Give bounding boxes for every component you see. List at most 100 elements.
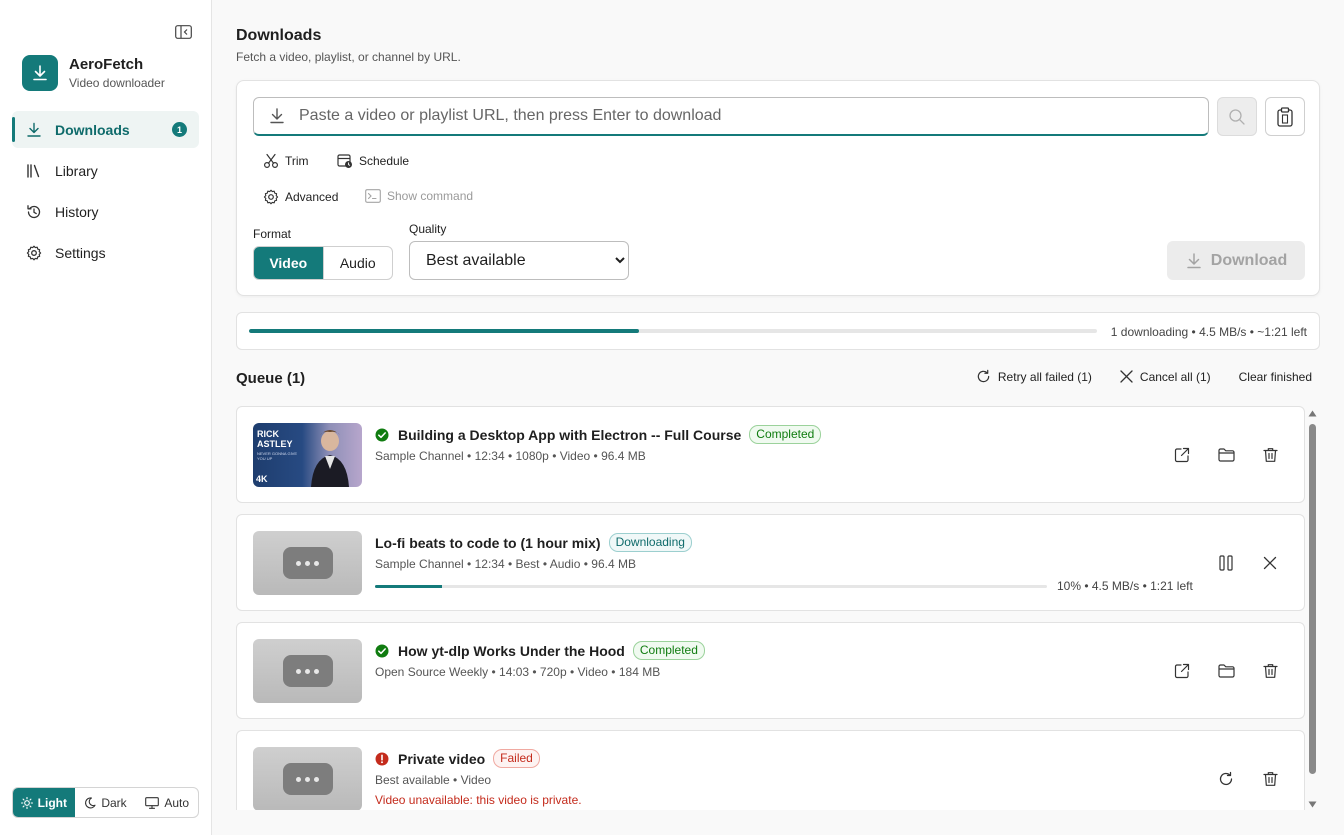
format-toggle: Video Audio [253, 246, 393, 280]
delete-button[interactable] [1260, 769, 1280, 789]
download-icon [33, 65, 47, 81]
gear-icon [263, 189, 279, 205]
queue-item: Lo-fi beats to code to (1 hour mix) Down… [236, 514, 1305, 611]
open-external-icon [1174, 447, 1190, 463]
open-file-button[interactable] [1172, 661, 1192, 681]
queue-title: Queue (1) [236, 370, 306, 387]
cancel-button[interactable] [1260, 553, 1280, 573]
person-silhouette [311, 430, 349, 487]
paste-button[interactable] [1265, 97, 1305, 136]
cancel-all-button[interactable]: Cancel all (1) [1120, 370, 1211, 384]
item-meta: Open Source Weekly • 14:03 • 720p • Vide… [375, 665, 661, 679]
app-logo [22, 55, 58, 91]
quality-select[interactable]: Best available [409, 241, 629, 280]
delete-button[interactable] [1260, 445, 1280, 465]
page-subtitle: Fetch a video, playlist, or channel by U… [236, 50, 461, 64]
placeholder-icon [282, 763, 333, 795]
queue-item: Private video Failed Best available • Vi… [236, 730, 1305, 810]
queue-scrollbar[interactable] [1308, 406, 1317, 810]
scroll-down-arrow[interactable] [1308, 800, 1317, 808]
check-circle-icon [375, 428, 389, 442]
search-icon [1229, 108, 1245, 125]
retry-icon [977, 369, 990, 383]
sidebar: AeroFetch Video downloader Downloads 1 L… [0, 0, 212, 835]
brand: AeroFetch Video downloader [22, 55, 165, 91]
item-title: Building a Desktop App with Electron -- … [398, 426, 742, 443]
download-button[interactable]: Download [1167, 241, 1305, 280]
sidebar-item-library[interactable]: Library [12, 152, 199, 189]
queue-actions: Retry all failed (1) Cancel all (1) Clea… [948, 369, 1312, 384]
quality-label: Quality [409, 222, 447, 236]
main-content: Downloads Fetch a video, playlist, or ch… [212, 0, 1344, 835]
moon-icon [85, 796, 96, 808]
video-thumbnail-placeholder [253, 639, 362, 703]
item-meta: Best available • Video [375, 773, 492, 787]
fetch-info-button[interactable] [1217, 97, 1257, 136]
trim-button[interactable]: Trim [263, 153, 309, 169]
close-icon [1263, 556, 1277, 570]
video-thumbnail-placeholder [253, 531, 362, 595]
sidebar-collapse-icon [174, 25, 192, 39]
pause-icon [1219, 555, 1233, 571]
check-circle-icon [375, 644, 389, 658]
sun-icon [20, 796, 33, 809]
retry-all-failed-button[interactable]: Retry all failed (1) [976, 369, 1092, 384]
history-icon [27, 204, 41, 218]
item-title: How yt-dlp Works Under the Hood [398, 642, 625, 659]
retry-button[interactable] [1216, 769, 1236, 789]
clear-finished-button[interactable]: Clear finished [1239, 370, 1312, 384]
queue-item: RICK ASTLEY NEVER GONNA GIVE YOU UP 4K B… [236, 406, 1305, 503]
format-audio-option[interactable]: Audio [322, 247, 393, 279]
scroll-thumb[interactable] [1309, 424, 1316, 774]
app-tagline: Video downloader [69, 76, 165, 90]
show-command-button[interactable]: Show command [365, 189, 473, 203]
sidebar-nav: Downloads 1 Library History Settings [12, 111, 199, 275]
overall-progress-fill [249, 329, 640, 333]
download-icon [27, 122, 41, 137]
gear-icon [26, 245, 42, 260]
open-folder-button[interactable] [1216, 661, 1236, 681]
item-error-message: Video unavailable: this video is private… [375, 793, 582, 807]
open-folder-button[interactable] [1216, 445, 1236, 465]
status-badge: Failed [493, 749, 540, 768]
error-circle-icon [375, 752, 389, 766]
delete-button[interactable] [1260, 661, 1280, 681]
url-input-box[interactable] [253, 97, 1209, 136]
item-title: Private video [398, 750, 486, 767]
sidebar-item-history[interactable]: History [12, 193, 199, 230]
trash-icon [1262, 448, 1278, 462]
status-badge: Completed [632, 641, 705, 660]
advanced-button[interactable]: Advanced [263, 189, 338, 205]
overall-progress-bar [249, 329, 1097, 333]
thumbnail-caption: NEVER GONNA GIVE YOU UP [257, 451, 298, 461]
sidebar-item-downloads[interactable]: Downloads 1 [12, 111, 199, 148]
item-progress-text: 10% • 4.5 MB/s • 1:21 left [1057, 579, 1193, 593]
item-title: Lo-fi beats to code to (1 hour mix) [375, 534, 601, 551]
queue-item: How yt-dlp Works Under the Hood Complete… [236, 622, 1305, 719]
collapse-sidebar-button[interactable] [173, 23, 193, 41]
sidebar-item-settings[interactable]: Settings [12, 234, 199, 271]
url-input[interactable] [299, 107, 1179, 125]
schedule-button[interactable]: Schedule [337, 153, 409, 169]
app-name: AeroFetch [69, 56, 144, 73]
video-thumbnail-placeholder [253, 747, 362, 810]
theme-auto-option[interactable]: Auto [136, 788, 198, 817]
close-icon [1120, 370, 1133, 383]
placeholder-icon [282, 655, 333, 687]
folder-icon [1217, 448, 1235, 462]
sidebar-item-label: History [55, 203, 99, 220]
sidebar-item-label: Settings [55, 244, 106, 261]
pause-button[interactable] [1216, 553, 1236, 573]
theme-switch: Light Dark Auto [12, 787, 199, 818]
theme-light-option[interactable]: Light [13, 788, 75, 817]
status-badge: Downloading [608, 533, 692, 552]
retry-icon [1219, 771, 1233, 786]
trash-icon [1262, 772, 1278, 786]
format-video-option[interactable]: Video [254, 247, 323, 279]
open-file-button[interactable] [1172, 445, 1192, 465]
theme-dark-option[interactable]: Dark [75, 788, 137, 817]
item-meta: Sample Channel • 12:34 • Best • Audio • … [375, 557, 636, 571]
scroll-up-arrow[interactable] [1308, 409, 1317, 417]
folder-icon [1217, 664, 1235, 678]
terminal-icon [365, 189, 381, 203]
